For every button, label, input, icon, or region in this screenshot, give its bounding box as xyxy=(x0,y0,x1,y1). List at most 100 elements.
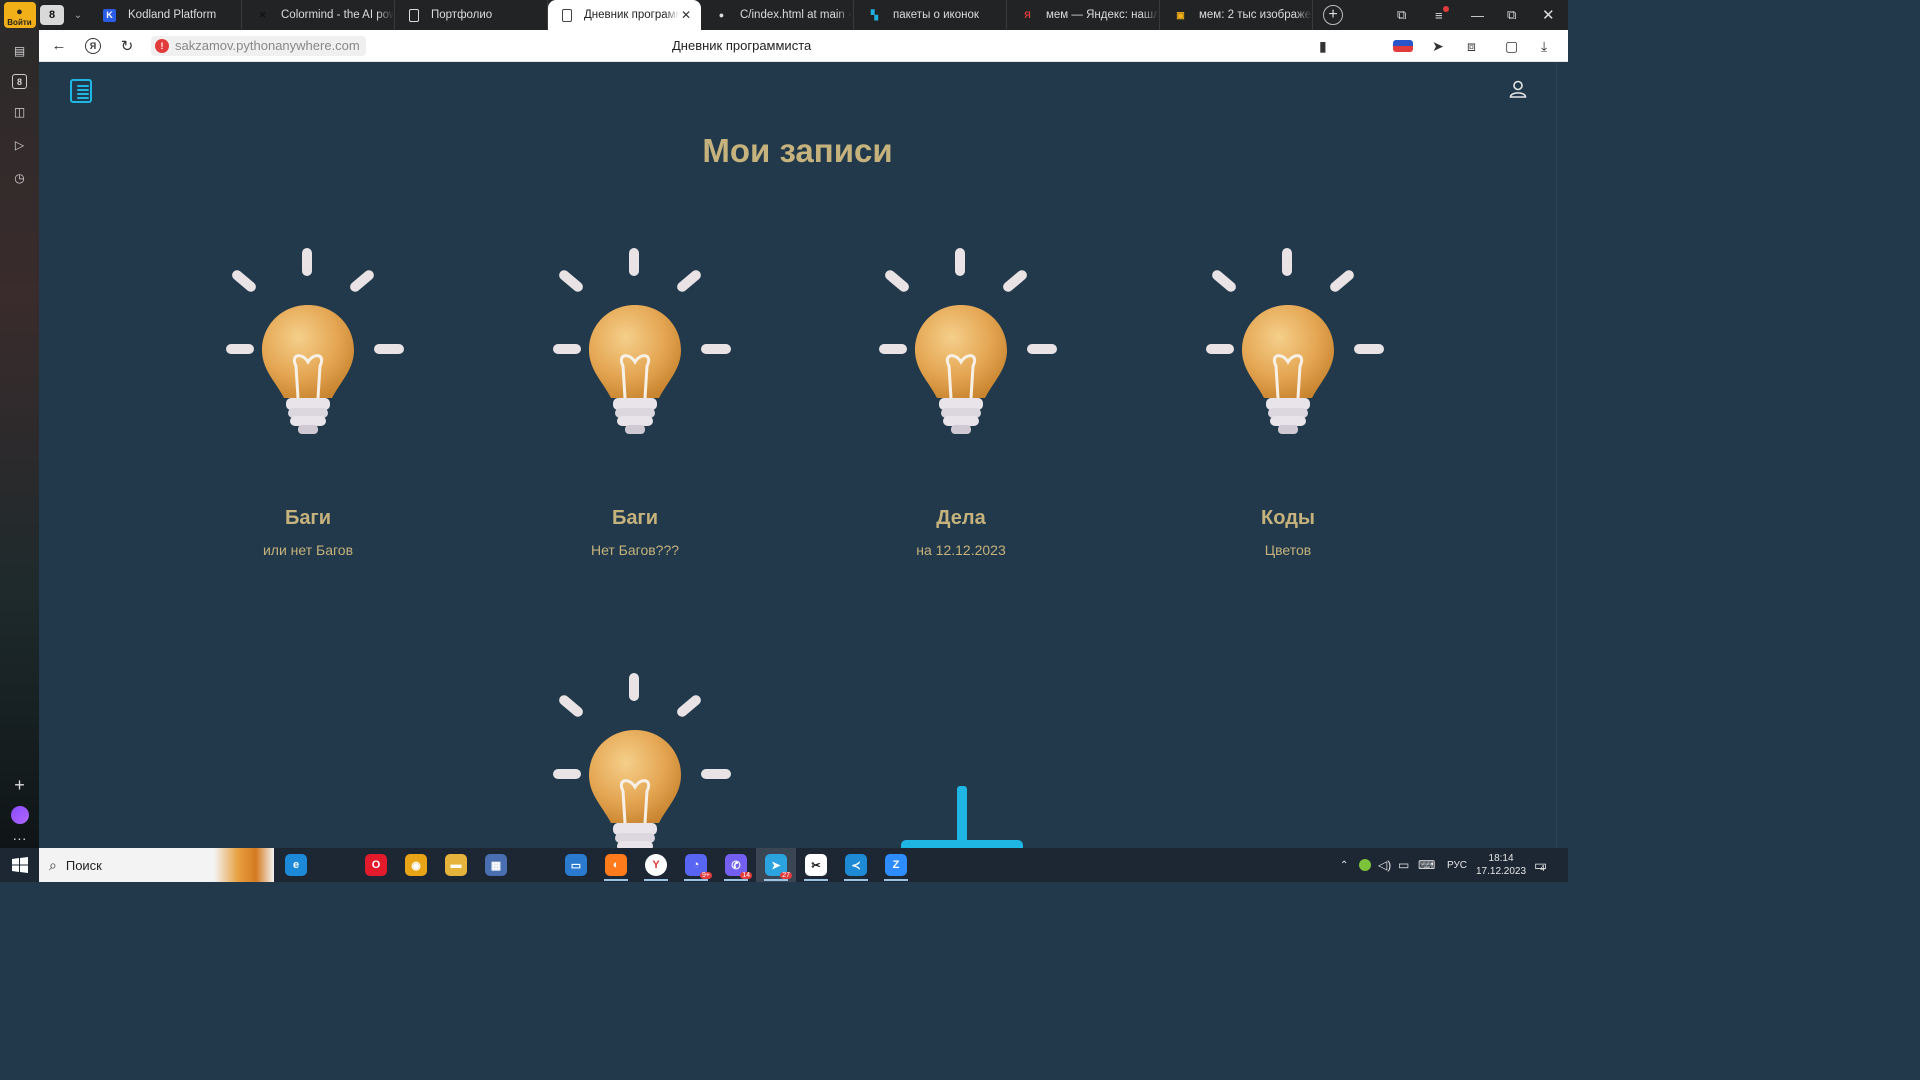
taskbar-app-edge[interactable]: e xyxy=(276,848,316,882)
taskbar-app-yandex-browser[interactable]: Y xyxy=(636,848,676,882)
protect-icon[interactable]: ▢ xyxy=(1505,30,1518,62)
page-content: Мои записи Баги или нет Багов Баги Нет Б… xyxy=(39,62,1556,848)
login-button[interactable]: ● Войти xyxy=(3,2,36,28)
collections-icon[interactable]: ▤ xyxy=(10,41,30,61)
restore-icon[interactable]: ⧉ xyxy=(1507,0,1516,30)
unread-badge: 14 xyxy=(740,872,752,879)
reload-icon[interactable]: ↻ xyxy=(117,36,137,56)
lightbulb-icon xyxy=(1206,248,1384,434)
tab-count-icon[interactable]: 8 xyxy=(12,74,27,89)
downloads-icon[interactable]: ⤓ xyxy=(1541,30,1547,62)
alice-assistant-icon[interactable] xyxy=(10,806,29,824)
menu-icon[interactable]: ≡ xyxy=(1435,0,1449,30)
entry-title: Дела xyxy=(936,507,986,529)
back-icon[interactable]: ← xyxy=(49,36,69,56)
login-label: Войти xyxy=(7,18,32,27)
cursor-extension-icon[interactable]: ➤ xyxy=(1432,30,1444,62)
taskbar-app-opera[interactable]: O xyxy=(356,848,396,882)
keyboard-icon[interactable]: ⌨ xyxy=(1418,848,1435,882)
taskbar-app-firefox[interactable]: ◐ xyxy=(596,848,636,882)
tab-0[interactable]: K Kodland Platform xyxy=(89,0,242,30)
url-text: sakzamov.pythonanywhere.com xyxy=(175,38,360,53)
entry-card[interactable]: Баги Нет Багов??? xyxy=(525,248,745,588)
taskbar-app-network[interactable]: ▦ xyxy=(476,848,516,882)
tab-2[interactable]: Портфолио xyxy=(395,0,548,30)
taskbar-app-zoom[interactable]: Z xyxy=(876,848,916,882)
entry-title: Баги xyxy=(611,507,659,529)
page-icon xyxy=(409,8,419,22)
unread-badge: 9+ xyxy=(700,872,712,879)
search-decoration-icon xyxy=(214,848,274,882)
entry-title: Коды xyxy=(1261,507,1315,529)
taskbar-app-chrome[interactable]: ◉ xyxy=(396,848,436,882)
kodland-icon: K xyxy=(103,8,116,22)
taskbar-app-viber[interactable]: ✆ 14 xyxy=(716,848,756,882)
tab-title: мем — Яндекс: нашлось xyxy=(1046,9,1159,21)
scrollbar[interactable] xyxy=(1556,62,1568,848)
language-indicator[interactable]: РУС xyxy=(1447,848,1467,882)
notebook-logo-icon[interactable] xyxy=(70,79,92,103)
tab-4[interactable]: ● C/index.html at main · sakzamov xyxy=(701,0,854,30)
explorer-icon: ▬ xyxy=(445,854,467,876)
vscode-icon: ≺ xyxy=(845,854,867,876)
taskbar-app-explorer[interactable]: ▬ xyxy=(436,848,476,882)
firefox-icon: ◐ xyxy=(605,854,627,876)
taskbar-search-input[interactable]: ⌕ Поиск xyxy=(39,848,274,882)
tray-app-icon[interactable] xyxy=(1359,848,1371,882)
tab-title: Colormind - the AI powered color palette… xyxy=(281,9,394,21)
screenshot-icon[interactable]: ◫ xyxy=(10,102,30,122)
chevron-up-icon[interactable]: ⌃ xyxy=(1340,848,1348,882)
windows-start-icon[interactable] xyxy=(0,848,39,882)
lightbulb-icon xyxy=(879,248,1057,434)
tab-6[interactable]: Ямем — Яндекс: нашлось xyxy=(1007,0,1160,30)
chrome-icon: ◉ xyxy=(405,854,427,876)
entry-subtitle: Цветов xyxy=(1264,542,1312,558)
new-tab-button[interactable]: + xyxy=(1323,5,1343,25)
taskbar-app-capcut[interactable]: ✂ xyxy=(796,848,836,882)
minimize-icon[interactable]: — xyxy=(1471,0,1484,30)
extension-icon[interactable] xyxy=(1393,30,1413,62)
clock[interactable]: 18:14 17.12.2023 xyxy=(1476,848,1526,882)
extensions-icon[interactable]: ⧈ xyxy=(1467,30,1476,62)
close-tab-icon[interactable]: ✕ xyxy=(679,8,693,22)
tab-title: Дневник программиста xyxy=(584,9,679,21)
video-icon[interactable]: ▷ xyxy=(10,135,30,155)
tab-5[interactable]: ▚ пакеты о иконок xyxy=(854,0,1007,30)
taskbar-app-telegram[interactable]: ➤ 27 xyxy=(756,848,796,882)
user-icon[interactable] xyxy=(1509,80,1527,98)
history-icon[interactable]: ◷ xyxy=(10,168,30,188)
github-icon: ● xyxy=(718,10,725,20)
warning-icon[interactable]: ! xyxy=(155,38,169,53)
tab-7[interactable]: ▣ мем: 2 тыс изображений xyxy=(1160,0,1313,30)
taskbar-app-discord[interactable]: ◔ 9+ xyxy=(676,848,716,882)
url-field[interactable]: ! sakzamov.pythonanywhere.com xyxy=(151,35,366,56)
entry-card[interactable] xyxy=(525,673,745,848)
tab-counter-button[interactable]: 8 xyxy=(40,5,64,25)
tab-manager-icon[interactable]: ⧉ xyxy=(1397,0,1406,30)
section-heading: Мои записи xyxy=(702,132,893,169)
lightbulb-icon xyxy=(553,673,731,848)
entry-card[interactable]: Баги или нет Багов xyxy=(198,248,418,588)
yandex-home-icon[interactable]: Я xyxy=(85,37,101,54)
taskbar-app-window[interactable]: ▭ xyxy=(556,848,596,882)
zoom-icon: Z xyxy=(885,854,907,876)
notifications-icon[interactable]: ▭ 4 xyxy=(1534,848,1547,882)
network-status-icon[interactable]: ▭ xyxy=(1398,848,1409,882)
close-window-icon[interactable]: ✕ xyxy=(1542,0,1555,30)
taskbar-app-vscode[interactable]: ≺ xyxy=(836,848,876,882)
tab-1[interactable]: ✕ Colormind - the AI powered color palett… xyxy=(242,0,395,30)
add-panel-icon[interactable]: + xyxy=(14,775,25,796)
chevron-down-icon[interactable]: ⌄ xyxy=(70,7,86,23)
profile-icon: ● xyxy=(16,6,23,18)
volume-icon[interactable]: ◁) xyxy=(1378,848,1391,882)
entry-card[interactable]: Дела на 12.12.2023 xyxy=(851,248,1071,588)
entry-card[interactable]: Коды Цветов xyxy=(1178,248,1398,588)
tab-title: мем: 2 тыс изображений xyxy=(1199,9,1312,21)
add-entry-icon[interactable] xyxy=(957,786,967,848)
more-icon[interactable]: ··· xyxy=(13,831,27,845)
entry-title: Баги xyxy=(284,507,332,529)
add-entry-button[interactable] xyxy=(901,840,1023,848)
entry-subtitle: Нет Багов??? xyxy=(590,542,680,558)
tab-3[interactable]: Дневник программиста✕ xyxy=(548,0,701,30)
bookmark-icon[interactable]: ▮ xyxy=(1319,30,1327,62)
